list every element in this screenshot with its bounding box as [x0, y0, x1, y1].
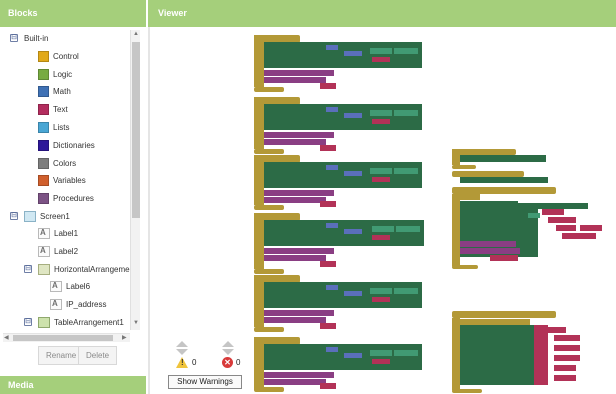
component-label: TableArrangement1	[54, 317, 124, 327]
delete-button[interactable]: Delete	[78, 346, 118, 365]
text-color-icon	[38, 103, 49, 115]
collapse-toggle-icon[interactable]: ⊟	[10, 34, 18, 42]
colors-color-icon	[38, 157, 49, 169]
category-variables[interactable]: Variables	[38, 173, 86, 187]
category-label: Control	[53, 51, 79, 61]
error-count: 0	[236, 358, 241, 367]
blocks-panel: Blocks ⊟ Built-in Control Logic Math Tex…	[0, 0, 146, 394]
horizontal-arrangement-icon	[38, 263, 50, 275]
warning-count: 0	[192, 358, 197, 367]
lists-color-icon	[38, 121, 49, 133]
tree-item-horizontal-arrangement[interactable]: ⊟ HorizontalArrangemen	[24, 262, 130, 276]
error-prev-arrow-icon[interactable]	[222, 341, 234, 347]
logic-color-icon	[38, 68, 49, 80]
label-icon	[38, 227, 50, 239]
category-label: Math	[53, 86, 71, 96]
workspace-blocks-graphic	[254, 35, 602, 393]
math-color-icon	[38, 85, 49, 97]
collapse-toggle-icon[interactable]: ⊟	[24, 265, 32, 273]
category-lists[interactable]: Lists	[38, 120, 69, 134]
component-label: Label6	[66, 281, 91, 291]
event-block-group-6	[254, 337, 422, 392]
category-colors[interactable]: Colors	[38, 156, 76, 170]
component-label: Label2	[54, 246, 79, 256]
category-label: Colors	[53, 158, 77, 168]
event-block-group-3	[254, 155, 422, 210]
component-label: IP_address	[66, 299, 107, 309]
category-text[interactable]: Text	[38, 102, 68, 116]
tree-item-screen1[interactable]: ⊟ Screen1	[10, 209, 70, 223]
blocks-horizontal-scrollbar[interactable]: ◀ ▶	[3, 333, 130, 342]
event-block-group-5	[254, 275, 422, 332]
tree-item-ip-address[interactable]: IP_address	[50, 297, 106, 311]
error-next-arrow-icon[interactable]	[222, 349, 234, 355]
component-label: Label1	[54, 228, 79, 238]
scroll-down-arrow-icon[interactable]: ▼	[133, 320, 139, 326]
table-arrangement-icon	[38, 316, 50, 328]
category-dictionaries[interactable]: Dictionaries	[38, 138, 95, 152]
category-procedures[interactable]: Procedures	[38, 191, 94, 205]
blocks-workspace[interactable]	[148, 27, 616, 394]
category-label: Variables	[53, 175, 86, 185]
event-block-group-1	[254, 35, 422, 92]
event-block-group-2	[254, 97, 422, 154]
blocks-header: Blocks	[0, 0, 146, 27]
right-block-top	[452, 149, 548, 183]
category-label: Dictionaries	[53, 140, 95, 150]
tree-item-builtin[interactable]: ⊟ Built-in	[10, 31, 48, 45]
component-label: Screen1	[40, 211, 70, 221]
variables-color-icon	[38, 174, 49, 186]
tree-item-label2[interactable]: Label2	[38, 244, 78, 258]
blocks-vertical-scrollbar[interactable]: ▲ ▼	[130, 30, 140, 330]
media-header[interactable]: Media	[0, 376, 146, 394]
screen-icon	[24, 210, 36, 222]
scroll-up-arrow-icon[interactable]: ▲	[133, 31, 139, 37]
category-logic[interactable]: Logic	[38, 67, 72, 81]
collapse-toggle-icon[interactable]: ⊟	[24, 318, 32, 326]
scrollbar-thumb[interactable]	[132, 42, 140, 218]
category-label: Logic	[53, 69, 73, 79]
warning-icon	[176, 357, 188, 368]
tree-item-label6[interactable]: Label6	[50, 279, 90, 293]
procedures-color-icon	[38, 192, 49, 204]
warning-next-arrow-icon[interactable]	[176, 349, 188, 355]
component-label: HorizontalArrangemen	[54, 264, 130, 274]
blocks-tree: ⊟ Built-in Control Logic Math Text Lists…	[0, 27, 130, 332]
viewer-header: Viewer	[148, 0, 616, 27]
show-warnings-button[interactable]: Show Warnings	[168, 375, 242, 389]
category-label: Lists	[53, 122, 70, 132]
right-block-bottom	[452, 311, 580, 393]
scrollbar-thumb[interactable]	[13, 335, 113, 341]
category-math[interactable]: Math	[38, 84, 71, 98]
error-icon: ✕	[222, 357, 233, 368]
category-control[interactable]: Control	[38, 49, 79, 63]
warning-prev-arrow-icon[interactable]	[176, 341, 188, 347]
right-block-middle	[452, 187, 602, 269]
category-label: Text	[53, 104, 68, 114]
collapse-toggle-icon[interactable]: ⊟	[10, 212, 18, 220]
category-label: Procedures	[53, 193, 94, 203]
control-color-icon	[38, 50, 49, 62]
scroll-right-arrow-icon[interactable]: ▶	[122, 334, 127, 341]
label-icon	[38, 245, 50, 257]
tree-item-label1[interactable]: Label1	[38, 226, 78, 240]
event-block-group-4	[254, 213, 424, 274]
label-icon	[50, 298, 62, 310]
tree-item-label: Built-in	[24, 33, 49, 43]
scroll-left-arrow-icon[interactable]: ◀	[4, 334, 9, 341]
dictionaries-color-icon	[38, 139, 49, 151]
label-icon	[50, 280, 62, 292]
tree-item-table-arrangement1[interactable]: ⊟ TableArrangement1	[24, 315, 124, 329]
